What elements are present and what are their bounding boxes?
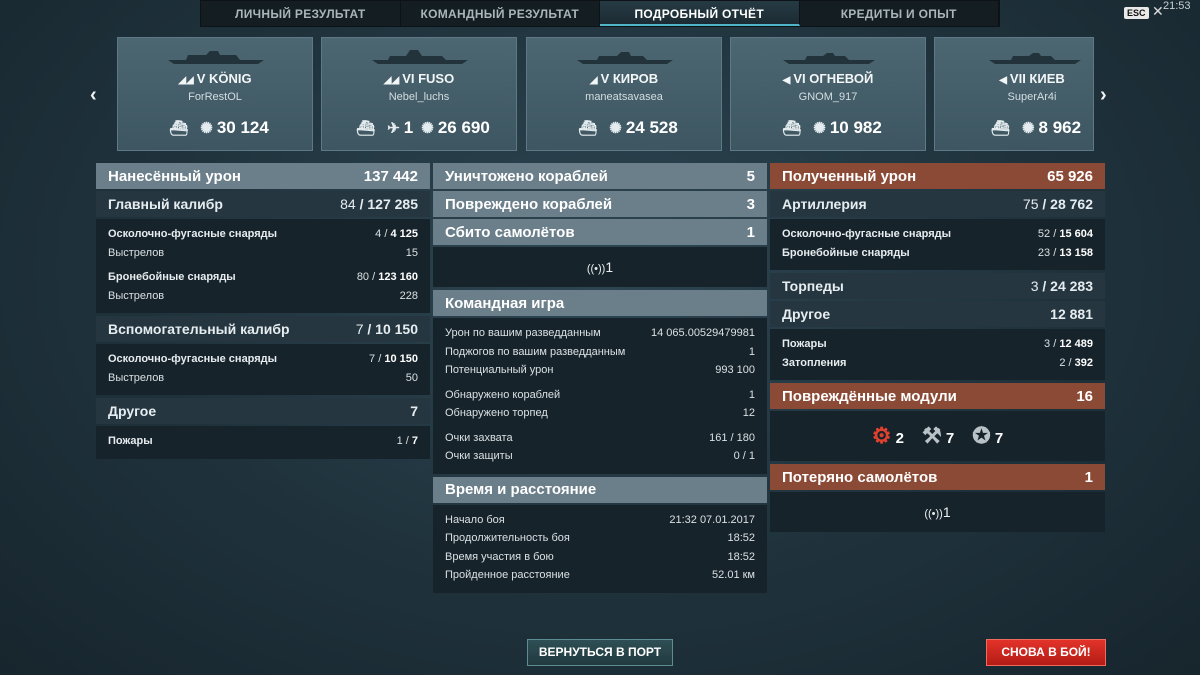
ship-destroyed-icon: ⛴ xyxy=(578,120,598,137)
ship-silhouette-icon xyxy=(168,51,264,64)
tab-detailed-report[interactable]: ПОДРОБНЫЙ ОТЧЁТ xyxy=(600,1,800,26)
esc-key-badge[interactable]: ESC xyxy=(1124,7,1149,19)
ship-destroyed-icon: ⛴ xyxy=(782,120,802,137)
planes-lost-row: Потеряно самолётов 1 xyxy=(770,464,1105,490)
dealt-damage-column: Нанесённый урон 137 442 Главный калибр 84 … xyxy=(96,163,430,462)
other-received-row: Другое 12 881 xyxy=(770,301,1105,327)
damage-icon: ✺ xyxy=(609,120,622,137)
return-to-port-button[interactable]: ВЕРНУТЬСЯ В ПОРТ xyxy=(527,639,673,666)
planes-lost-detail: ((•))1 xyxy=(770,492,1105,532)
tab-team-result[interactable]: КОМАНДНЫЙ РЕЗУЛЬТАТ xyxy=(401,1,600,26)
turret-icon: ✪ xyxy=(972,423,991,448)
ship-class-icon: ◢◢ xyxy=(178,75,194,86)
other-received-details: Пожары 3 / 12 489 Затопления 2 / 392 xyxy=(770,329,1105,380)
other-dealt-details: Пожары 1 / 7 xyxy=(96,426,430,459)
damaged-modules-panel: ⚙ 2 ⚒ 7 ✪ 7 xyxy=(770,411,1105,461)
ship-damage: 8 962 xyxy=(1038,118,1082,137)
ship-name: VI ОГНЕВОЙ xyxy=(793,71,874,86)
tab-bar: ЛИЧНЫЙ РЕЗУЛЬТАТ КОМАНДНЫЙ РЕЗУЛЬТАТ ПОД… xyxy=(200,0,1000,27)
other-dealt-row: Другое 7 xyxy=(96,398,430,424)
ship-damage: 24 528 xyxy=(625,118,678,137)
tab-personal-result[interactable]: ЛИЧНЫЙ РЕЗУЛЬТАТ xyxy=(201,1,401,26)
planes-shot-down-detail: ((•))1 xyxy=(433,247,767,287)
ship-card[interactable]: ◢ V КИРОВ maneatsavasea ⛴ ✺ 24 528 xyxy=(526,37,722,151)
ship-destroyed-icon: ⛴ xyxy=(356,120,376,137)
planes-shot-down-row: Сбито самолётов 1 xyxy=(433,219,767,245)
ship-damage: 30 124 xyxy=(216,118,269,137)
received-damage-column: Полученный урон 65 926 Артиллерия 75 / 28 … xyxy=(770,163,1105,535)
ship-card[interactable]: ◀ VII КИЕВ SuperAr4i ⛴ ✺ 8 962 xyxy=(934,37,1094,151)
received-damage-header: Полученный урон 65 926 xyxy=(770,163,1105,189)
player-name: Nebel_luchs xyxy=(388,91,450,103)
ship-silhouette-icon xyxy=(577,52,673,64)
ships-destroyed-row: Уничтожено кораблей 5 xyxy=(433,163,767,189)
time-distance-header: Время и расстояние xyxy=(433,476,767,503)
damage-icon: ✺ xyxy=(813,120,826,137)
damage-icon: ✺ xyxy=(1021,120,1035,137)
main-battery-row: Главный калибр 84 / 127 285 xyxy=(96,191,430,217)
dealt-damage-header: Нанесённый урон 137 442 xyxy=(96,163,430,189)
ship-silhouette-icon xyxy=(989,53,1081,64)
ship-silhouette-icon xyxy=(372,50,468,64)
plane-signal-icon: ((•)) xyxy=(586,263,606,275)
steering-icon: ⚒ xyxy=(922,423,942,448)
damaged-modules-header: Повреждённые модули 16 xyxy=(770,383,1105,409)
player-name: SuperAr4i xyxy=(1007,91,1057,103)
ship-class-icon: ◀ xyxy=(782,75,791,86)
ship-card[interactable]: ◢◢ VI FUSO Nebel_luchs ⛴ ✈ 1 ✺ 26 690 xyxy=(321,37,517,151)
clock: 21:53 xyxy=(1163,0,1191,12)
engine-icon: ⚙ xyxy=(871,423,892,448)
ship-destroyed-icon: ⛴ xyxy=(990,120,1010,137)
team-play-details: Урон по вашим разведданным 14 065.0052947… xyxy=(433,318,767,474)
damage-icon: ✺ xyxy=(200,120,213,137)
ships-damaged-row: Повреждено кораблей 3 xyxy=(433,191,767,217)
plane-signal-icon: ((•)) xyxy=(924,508,943,520)
ship-name: VII КИЕВ xyxy=(1009,71,1065,86)
planes-shot-down: 1 xyxy=(403,118,414,137)
main-battery-details: Осколочно-фугасные снаряды 4 / 4 125 Выст… xyxy=(96,219,430,313)
torpedoes-row: Торпеды 3 / 24 283 xyxy=(770,273,1105,299)
player-name: GNOM_917 xyxy=(798,91,858,103)
damage-icon: ✺ xyxy=(421,120,434,137)
tab-credits-xp[interactable]: КРЕДИТЫ И ОПЫТ xyxy=(800,1,999,26)
ship-card[interactable]: ◢◢ V KÖNIG ForRestOL ⛴ ✺ 30 124 xyxy=(117,37,313,151)
ship-name: VI FUSO xyxy=(402,71,455,86)
ship-class-icon: ◀ xyxy=(999,75,1007,86)
secondary-battery-details: Осколочно-фугасные снаряды 7 / 10 150 Выс… xyxy=(96,344,430,395)
summary-column: Уничтожено кораблей 5 Повреждено кораблей… xyxy=(433,163,767,596)
ship-damage: 10 982 xyxy=(829,118,882,137)
artillery-details: Осколочно-фугасные снаряды 52 / 15 604 Бр… xyxy=(770,219,1105,270)
ship-card[interactable]: ◀ VI ОГНЕВОЙ GNOM_917 ⛴ ✺ 10 982 xyxy=(730,37,926,151)
ship-name: V КИРОВ xyxy=(600,71,659,86)
time-distance-details: Начало боя 21:32 07.01.2017 Продолжительн… xyxy=(433,504,767,593)
battle-again-button[interactable]: СНОВА В БОЙ! xyxy=(986,639,1106,666)
player-name: ForRestOL xyxy=(188,91,242,103)
next-arrow-button[interactable]: › xyxy=(1100,84,1107,107)
ship-damage: 26 690 xyxy=(437,118,490,137)
team-play-header: Командная игра xyxy=(433,290,767,316)
artillery-row: Артиллерия 75 / 28 762 xyxy=(770,191,1105,217)
ship-destroyed-icon: ⛴ xyxy=(169,120,189,137)
ship-class-icon: ◢◢ xyxy=(383,75,400,86)
secondary-battery-row: Вспомогательный калибр 7 / 10 150 xyxy=(96,316,430,342)
ship-class-icon: ◢ xyxy=(589,75,598,86)
player-name: maneatsavasea xyxy=(585,91,663,103)
ship-silhouette-icon xyxy=(783,53,875,64)
ship-name: V KÖNIG xyxy=(196,71,252,86)
close-icon[interactable]: ✕ xyxy=(1152,3,1164,20)
plane-shot-down-icon: ✈ xyxy=(387,120,400,137)
prev-arrow-button[interactable]: ‹ xyxy=(90,84,97,107)
